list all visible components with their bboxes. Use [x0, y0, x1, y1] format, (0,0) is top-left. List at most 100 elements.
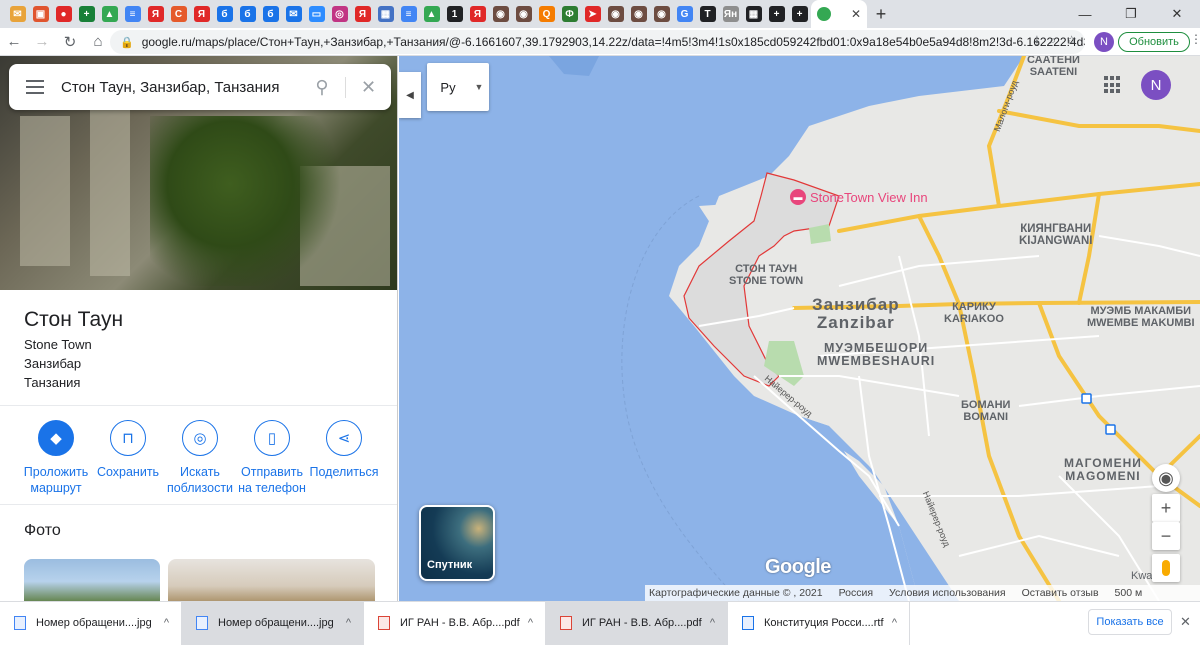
menu-icon[interactable]: ⋮: [1190, 32, 1200, 46]
home-icon[interactable]: ⌂: [84, 28, 112, 56]
tab-favicon[interactable]: Ф: [558, 0, 581, 28]
favicon-icon: ◎: [331, 6, 348, 22]
tab-favicon[interactable]: ✉: [282, 0, 305, 28]
tab-favicon[interactable]: ≡: [397, 0, 420, 28]
account-avatar[interactable]: N: [1141, 70, 1171, 100]
tab-favicon[interactable]: Я: [144, 0, 167, 28]
tab-favicon[interactable]: Я: [190, 0, 213, 28]
chevron-up-icon[interactable]: ^: [528, 617, 533, 629]
back-icon[interactable]: ←: [0, 28, 28, 56]
country-link[interactable]: Россия: [839, 587, 873, 599]
map-graphic: [399, 56, 1200, 601]
apps-grid-icon[interactable]: [1104, 76, 1122, 94]
tab-favicon[interactable]: +: [788, 0, 811, 28]
zoom-icon[interactable]: ⌕: [1050, 33, 1057, 48]
tab-favicon[interactable]: ➤: [581, 0, 604, 28]
tab-favicon[interactable]: Я: [351, 0, 374, 28]
tab-favicon[interactable]: ◉: [627, 0, 650, 28]
share-button[interactable]: ⋖ Поделиться: [308, 420, 380, 496]
terms-link[interactable]: Условия использования: [889, 587, 1006, 599]
tab-favicon[interactable]: б: [259, 0, 282, 28]
close-download-bar-icon[interactable]: ✕: [1180, 614, 1191, 630]
bookmark-star-icon[interactable]: ☆: [1066, 33, 1077, 48]
favicon-icon: +: [78, 6, 95, 22]
send-to-phone-button[interactable]: ▯ Отправить на телефон: [236, 420, 308, 496]
download-item[interactable]: Конституция Росси....rtf ^: [728, 601, 910, 645]
tab-favicon[interactable]: ▲: [98, 0, 121, 28]
install-icon[interactable]: ⤓: [1034, 33, 1039, 48]
clear-search-icon[interactable]: ✕: [345, 76, 391, 98]
update-button[interactable]: Обновить: [1118, 32, 1190, 52]
directions-icon: ◆: [38, 420, 74, 456]
favicon-icon: ➤: [584, 6, 601, 22]
download-item[interactable]: ИГ РАН - В.В. Абр....pdf ^: [364, 601, 546, 645]
minimize-icon[interactable]: —: [1062, 0, 1108, 28]
directions-button[interactable]: ◆ Проложить маршрут: [20, 420, 92, 496]
tab-favicon[interactable]: ◎: [328, 0, 351, 28]
scale-bar[interactable]: 500 м: [1115, 587, 1143, 599]
close-window-icon[interactable]: ✕: [1154, 0, 1200, 28]
active-tab[interactable]: ✕: [811, 0, 867, 28]
close-tab-icon[interactable]: ✕: [851, 7, 861, 21]
tab-favicon[interactable]: G: [673, 0, 696, 28]
tab-favicon[interactable]: ▦: [742, 0, 765, 28]
photos-heading: Фото: [24, 522, 61, 539]
tab-favicon[interactable]: 1: [443, 0, 466, 28]
tab-favicon[interactable]: ≡: [121, 0, 144, 28]
tab-favicon[interactable]: Ян: [719, 0, 742, 28]
poi-marker[interactable]: ▬ StoneTown View Inn: [790, 189, 928, 205]
tab-favicon[interactable]: ◉: [512, 0, 535, 28]
feedback-link[interactable]: Оставить отзыв: [1022, 587, 1099, 599]
profile-avatar[interactable]: N: [1094, 32, 1114, 52]
chevron-up-icon[interactable]: ^: [346, 617, 351, 629]
tab-favicon[interactable]: ◉: [489, 0, 512, 28]
tab-favicon[interactable]: +: [75, 0, 98, 28]
menu-hamburger-icon[interactable]: [9, 80, 61, 94]
search-icon[interactable]: ⚲: [299, 77, 345, 98]
tab-favicon[interactable]: ▦: [374, 0, 397, 28]
tab-favicon[interactable]: С: [167, 0, 190, 28]
map-canvas[interactable]: ◀ Ру ▼ N ▬ StoneTown View Inn СААТЕНИ SAA…: [399, 56, 1200, 601]
photo-thumbnail[interactable]: [168, 559, 375, 601]
search-input[interactable]: Стон Таун, Занзибар, Танзания: [61, 79, 299, 96]
satellite-layer-button[interactable]: Спутник: [419, 505, 495, 581]
tab-favicon[interactable]: ▭: [305, 0, 328, 28]
chevron-up-icon[interactable]: ^: [164, 617, 169, 629]
language-dropdown[interactable]: Ру ▼: [427, 63, 489, 111]
download-item[interactable]: Номер обращени....jpg ^: [182, 601, 364, 645]
download-item[interactable]: ИГ РАН - В.В. Абр....pdf ^: [546, 601, 728, 645]
zoom-out-button[interactable]: −: [1152, 522, 1180, 550]
tab-favicon[interactable]: б: [236, 0, 259, 28]
tab-favicon[interactable]: б: [213, 0, 236, 28]
download-item[interactable]: Номер обращени....jpg ^: [0, 601, 182, 645]
tab-favicon[interactable]: ◉: [604, 0, 627, 28]
my-location-button[interactable]: ◉: [1152, 464, 1180, 492]
new-tab-button[interactable]: +: [867, 4, 895, 25]
reload-icon[interactable]: ↻: [56, 28, 84, 56]
tab-favicon[interactable]: ●: [52, 0, 75, 28]
address-bar[interactable]: 🔒 google.ru/maps/place/Стон+Таун,+Занзиб…: [110, 30, 1085, 54]
collapse-panel-button[interactable]: ◀: [399, 72, 421, 118]
favicon-icon: +: [791, 6, 808, 22]
forward-icon[interactable]: →: [28, 28, 56, 56]
map-label: КИЯНГВАНИ KIJANGWANI: [1019, 223, 1093, 248]
tab-favicon[interactable]: ▲: [420, 0, 443, 28]
tab-favicon[interactable]: T: [696, 0, 719, 28]
save-button[interactable]: ⊓ Сохранить: [92, 420, 164, 496]
photo-thumbnail[interactable]: [24, 559, 160, 601]
map-label: МУЭМБЕШОРИ MWEMBESHAURI: [817, 341, 936, 369]
zoom-in-button[interactable]: +: [1152, 494, 1180, 522]
tab-favicon[interactable]: +: [765, 0, 788, 28]
tab-favicon[interactable]: ◉: [650, 0, 673, 28]
chevron-up-icon[interactable]: ^: [892, 617, 897, 629]
tab-favicon[interactable]: Q: [535, 0, 558, 28]
tab-favicon[interactable]: ▣: [29, 0, 52, 28]
place-actions: ◆ Проложить маршрут ⊓ Сохранить ◎ Искать…: [20, 420, 380, 496]
tab-favicon[interactable]: Я: [466, 0, 489, 28]
show-all-downloads-button[interactable]: Показать все: [1088, 609, 1172, 635]
nearby-button[interactable]: ◎ Искать поблизости: [164, 420, 236, 496]
chevron-up-icon[interactable]: ^: [710, 617, 715, 629]
tab-favicon[interactable]: ✉: [6, 0, 29, 28]
restore-icon[interactable]: ❐: [1108, 0, 1154, 28]
pegman-icon[interactable]: [1152, 554, 1180, 582]
